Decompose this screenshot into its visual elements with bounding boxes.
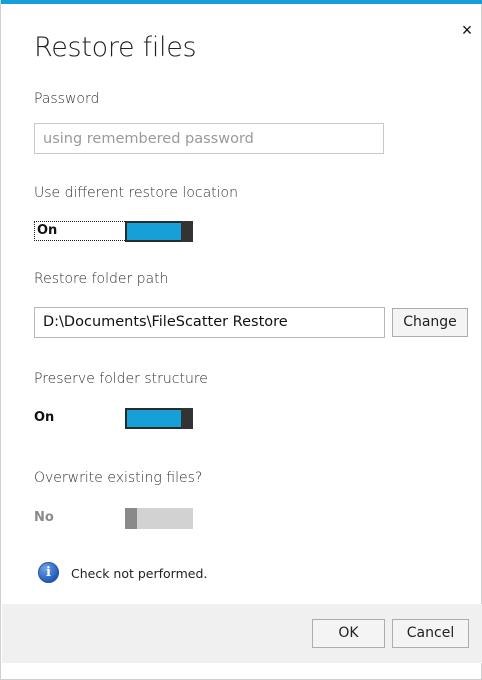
password-label: Password — [34, 91, 100, 107]
switch-thumb[interactable] — [125, 508, 137, 529]
close-icon[interactable]: × — [457, 20, 477, 40]
dialog-footer: OK Cancel — [2, 604, 482, 663]
ok-button[interactable]: OK — [312, 619, 385, 648]
preserve-structure-toggle[interactable]: On — [34, 408, 204, 430]
preserve-structure-label: Preserve folder structure — [34, 371, 208, 387]
password-field[interactable] — [34, 123, 384, 154]
overwrite-switch[interactable] — [125, 508, 193, 529]
restore-location-toggle[interactable]: On — [34, 221, 204, 243]
preserve-structure-switch[interactable] — [125, 408, 193, 429]
switch-thumb[interactable] — [181, 221, 193, 242]
switch-thumb[interactable] — [181, 408, 193, 429]
info-icon: i — [38, 562, 59, 583]
restore-path-field[interactable]: D:\Documents\FileScatter Restore — [34, 307, 385, 338]
overwrite-toggle[interactable]: No — [34, 508, 204, 530]
preserve-structure-state: On — [34, 410, 55, 425]
overwrite-state: No — [34, 510, 54, 525]
dialog-title: Restore files — [34, 32, 197, 63]
restore-files-dialog: × Restore files Password Use different r… — [0, 0, 482, 680]
info-message: Check not performed. — [71, 566, 208, 581]
restore-location-switch[interactable] — [125, 221, 193, 242]
restore-location-label: Use different restore location — [34, 185, 238, 201]
restore-location-state: On — [34, 221, 127, 241]
cancel-button[interactable]: Cancel — [392, 619, 469, 648]
change-button[interactable]: Change — [392, 308, 468, 337]
restore-path-label: Restore folder path — [34, 271, 169, 287]
overwrite-label: Overwrite existing files? — [34, 470, 203, 486]
dialog-accent-bar — [1, 0, 482, 4]
